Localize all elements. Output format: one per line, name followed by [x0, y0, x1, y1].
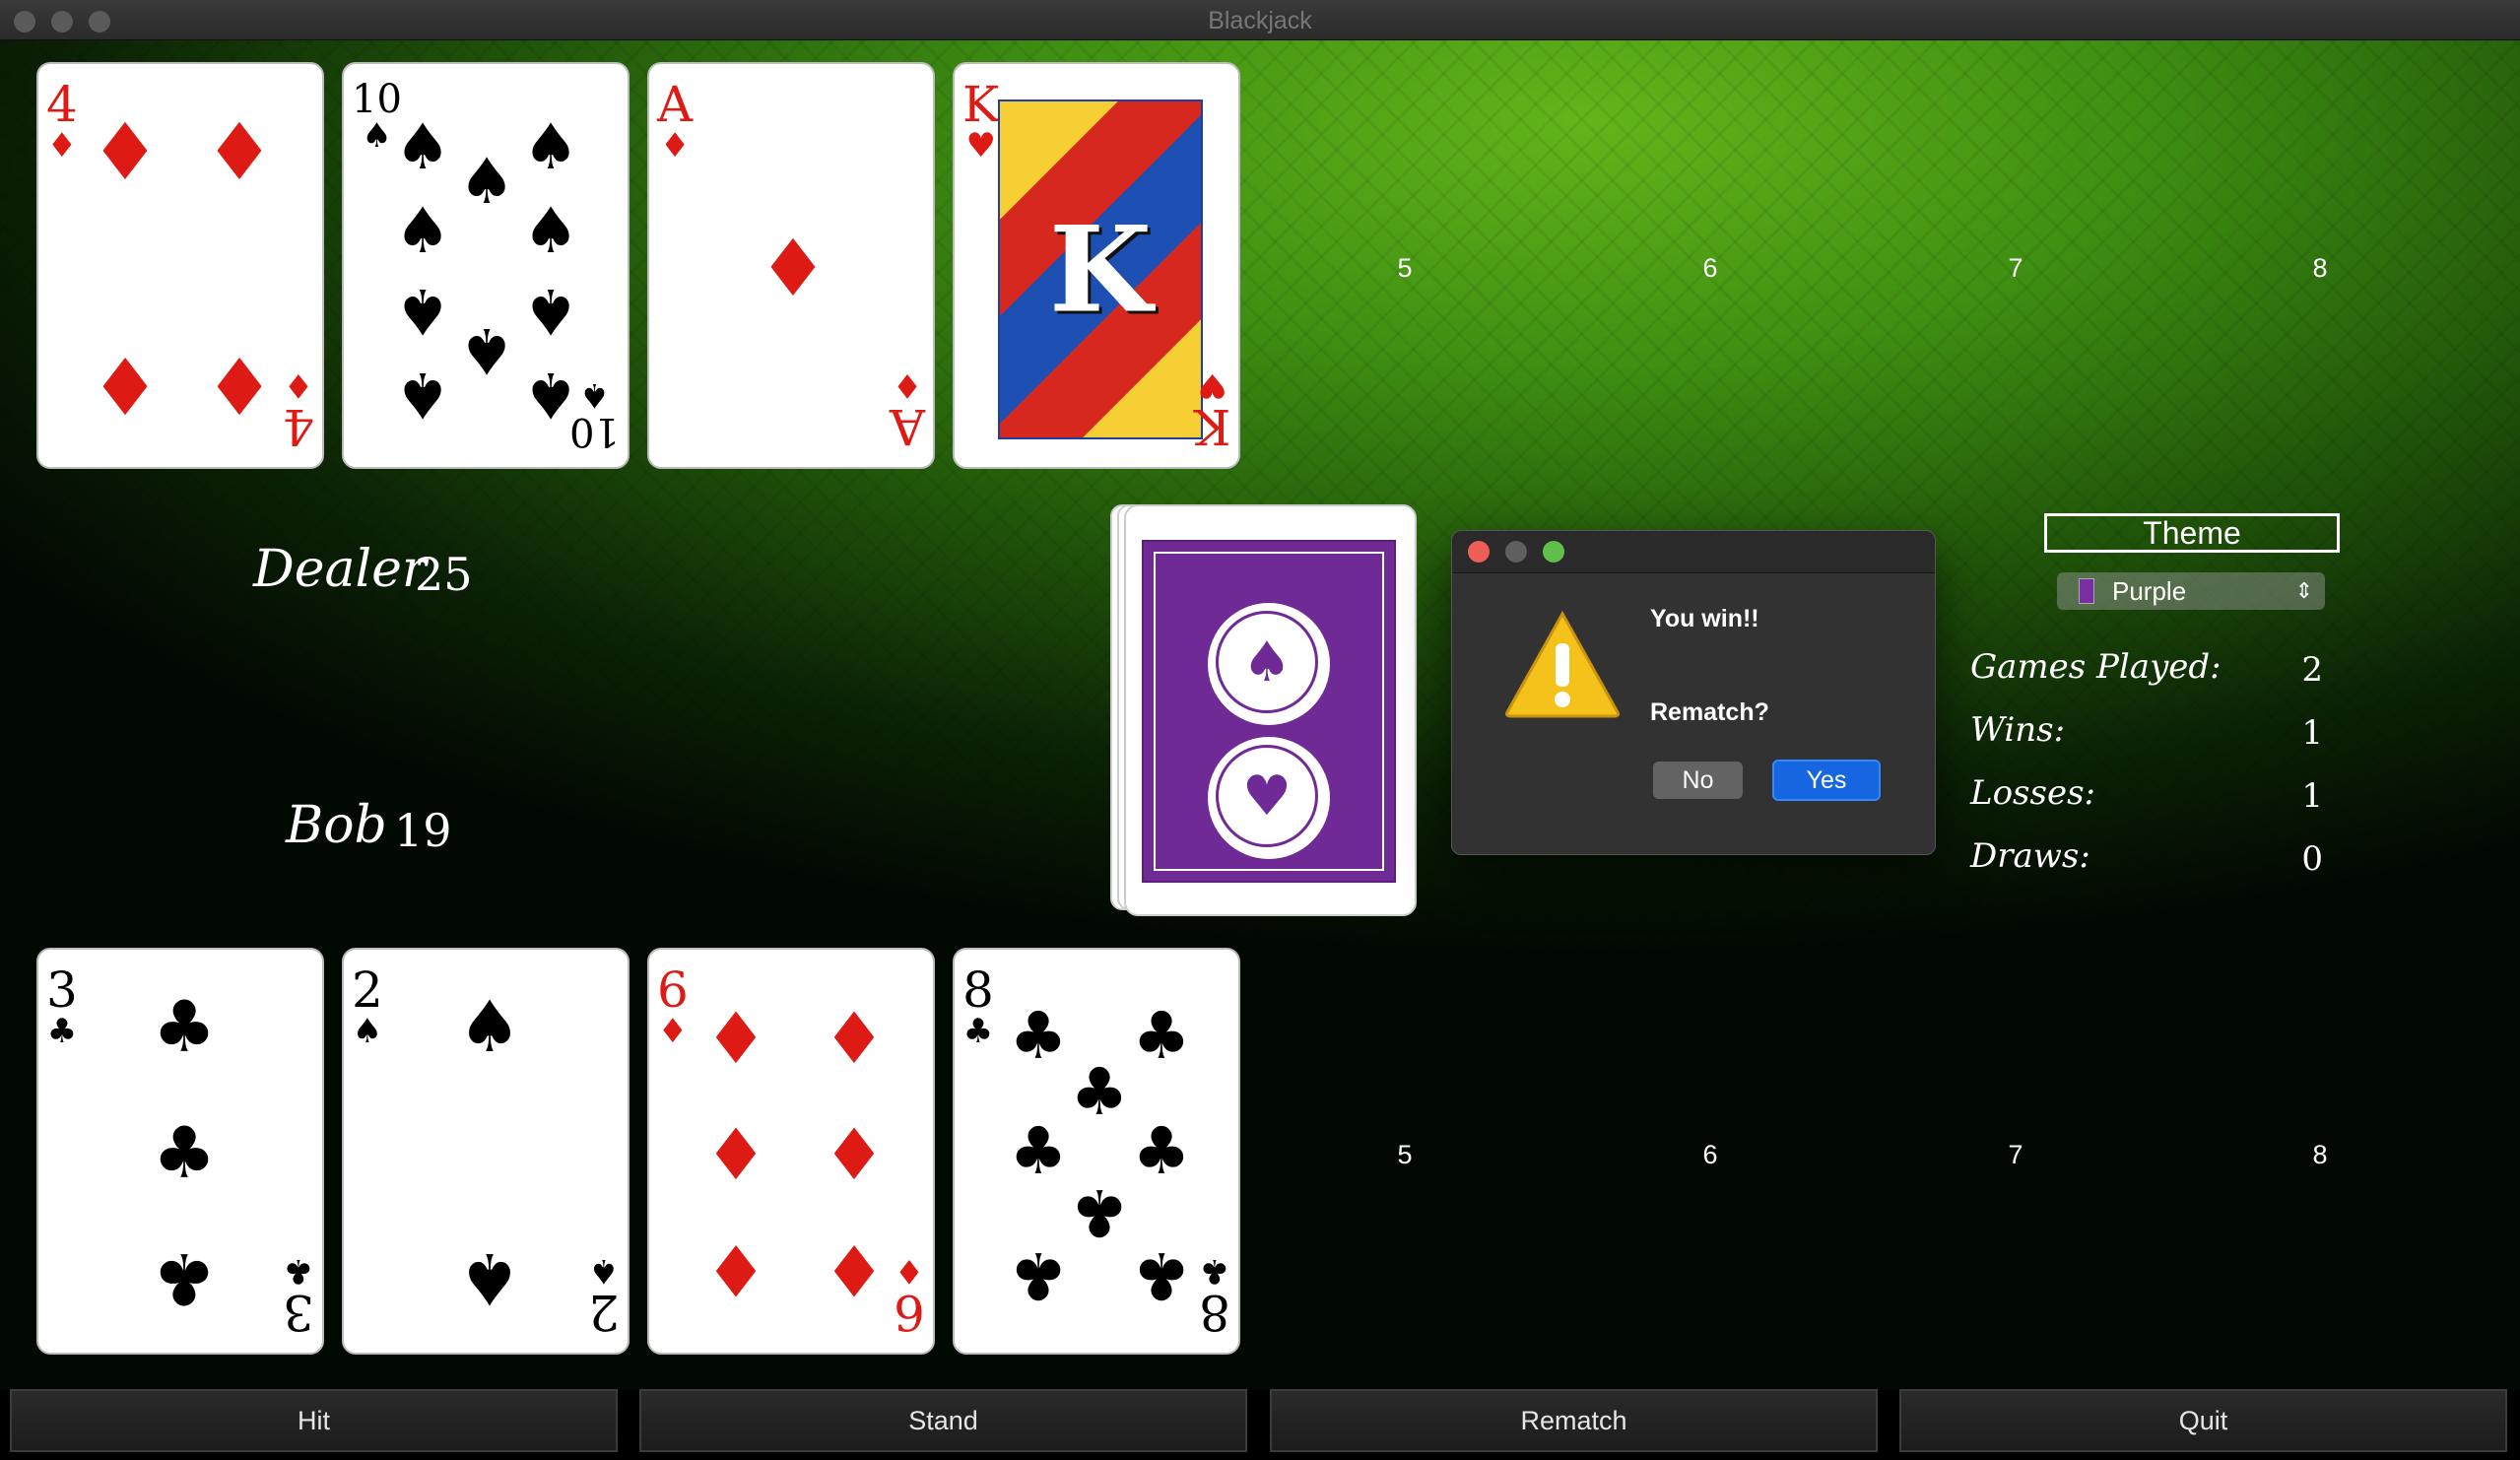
king-face-art: K	[998, 100, 1203, 439]
rematch-dialog: You win!! Rematch? No Yes	[1451, 530, 1936, 855]
wins-value: 1	[2301, 713, 2323, 753]
player-card-1: 3 ♣ ♣ ♣ ♣ 3 ♣	[36, 948, 324, 1355]
games-played-value: 2	[2301, 650, 2323, 690]
dealer-slot-8: 8	[2312, 253, 2328, 283]
dialog-minimize-icon	[1505, 541, 1527, 563]
window-title: Blackjack	[1208, 7, 1312, 34]
theme-heading: Theme	[2044, 513, 2340, 553]
games-played-label: Games Played:	[1970, 647, 2222, 687]
player-slot-5: 5	[1397, 1140, 1413, 1169]
dealer-card-4: K ♥ K K ♥	[953, 62, 1240, 469]
warning-icon	[1505, 610, 1620, 718]
dialog-question: Rematch?	[1650, 698, 1769, 726]
card-back: ♠ ♥	[1142, 540, 1396, 883]
draws-label: Draws:	[1970, 836, 2090, 876]
dealer-name: Dealer	[253, 540, 427, 599]
theme-swatch-icon	[2079, 578, 2094, 604]
dealer-card-2: 10 ♠ ♠ ♠ ♠ ♠ ♠ ♠ ♠ ♠ ♠ ♠ 10 ♠	[342, 62, 630, 469]
no-button[interactable]: No	[1653, 762, 1743, 799]
dealer-slot-5: 5	[1397, 253, 1413, 283]
player-card-4: 8 ♣ ♣ ♣ ♣ ♣ ♣ ♣ ♣ ♣ 8 ♣	[953, 948, 1240, 1355]
player-name: Bob	[286, 796, 387, 855]
player-card-2: 2 ♠ ♠ ♠ 2 ♠	[342, 948, 630, 1355]
player-score: 19	[394, 804, 452, 857]
spade-emblem-icon: ♠	[1208, 603, 1330, 725]
theme-select[interactable]: Purple ⇕	[2057, 572, 2325, 610]
updown-chevron-icon: ⇕	[2294, 578, 2313, 603]
theme-selected-value: Purple	[2112, 576, 2187, 606]
draw-deck[interactable]: ♠ ♥	[1124, 504, 1417, 916]
player-slot-7: 7	[2008, 1140, 2023, 1169]
hit-button[interactable]: Hit	[10, 1389, 618, 1452]
window-titlebar: Blackjack	[0, 0, 2520, 40]
dealer-slot-6: 6	[1702, 253, 1718, 283]
dialog-close-icon[interactable]	[1468, 541, 1490, 563]
stand-button[interactable]: Stand	[639, 1389, 1247, 1452]
rematch-button[interactable]: Rematch	[1270, 1389, 1878, 1452]
dialog-zoom-icon[interactable]	[1543, 541, 1564, 563]
wins-label: Wins:	[1970, 710, 2066, 750]
player-slot-8: 8	[2312, 1140, 2328, 1169]
dealer-card-3: A ♦ ♦ A ♦	[647, 62, 935, 469]
yes-button[interactable]: Yes	[1772, 760, 1881, 801]
dealer-slot-7: 7	[2008, 253, 2023, 283]
dialog-message: You win!!	[1650, 605, 1759, 632]
draws-value: 0	[2301, 839, 2323, 879]
heart-emblem-icon: ♥	[1208, 737, 1330, 859]
dealer-card-1: 4 ♦ ♦ ♦ ♦ ♦ 4 ♦	[36, 62, 324, 469]
dialog-titlebar	[1452, 531, 1935, 573]
dealer-score: 25	[415, 548, 473, 601]
player-card-3: 6 ♦ ♦ ♦ ♦ ♦ ♦ ♦ 6 ♦	[647, 948, 935, 1355]
losses-label: Losses:	[1970, 773, 2095, 813]
quit-button[interactable]: Quit	[1899, 1389, 2507, 1452]
losses-value: 1	[2301, 776, 2323, 816]
player-slot-6: 6	[1702, 1140, 1718, 1169]
